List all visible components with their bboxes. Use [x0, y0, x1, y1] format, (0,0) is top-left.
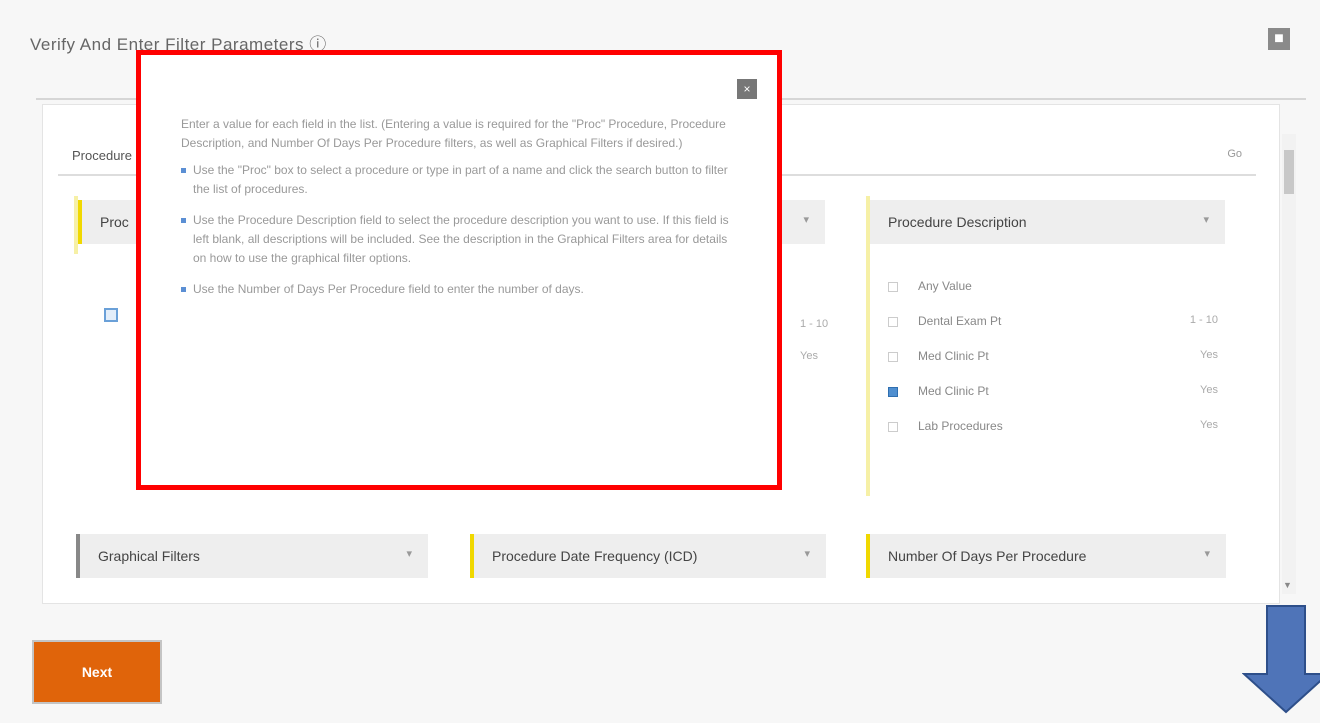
list-item-count: 1 - 10 [1189, 314, 1218, 326]
list-item-label: Med Clinic Pt [918, 349, 989, 363]
list-item-count: Yes [1200, 419, 1218, 431]
checkbox[interactable] [888, 352, 898, 362]
close-icon[interactable]: ■ [1268, 28, 1290, 50]
search-button[interactable]: Go [1227, 148, 1242, 160]
list-item[interactable]: Any Value [888, 276, 1218, 298]
checkbox[interactable] [888, 387, 898, 397]
help-text: Enter a value for each field in the list… [181, 115, 741, 311]
list-item-count: Yes [1200, 384, 1218, 396]
list-item[interactable]: Lab Procedures Yes [888, 416, 1218, 438]
calendar-icon[interactable] [104, 308, 118, 322]
card-label: Procedure Description [888, 214, 1027, 230]
card-graphical-filters[interactable]: Graphical Filters ▾ [76, 534, 428, 578]
card-label: Proc [100, 214, 129, 230]
help-bullet: Use the "Proc" box to select a procedure… [181, 161, 741, 199]
help-intro: Enter a value for each field in the list… [181, 117, 726, 150]
next-button[interactable]: Next [32, 640, 162, 704]
card-label: Graphical Filters [98, 548, 200, 564]
chevron-down-icon[interactable]: ▾ [804, 547, 810, 560]
card-procedure-description[interactable]: Procedure Description ▾ [870, 200, 1225, 244]
card-number-of-days[interactable]: Number Of Days Per Procedure ▾ [866, 534, 1226, 578]
checkbox[interactable] [888, 282, 898, 292]
chevron-down-icon[interactable]: ▾ [1203, 213, 1209, 226]
list-item[interactable]: Dental Exam Pt 1 - 10 [888, 311, 1218, 333]
scroll-down-icon[interactable]: ▼ [1283, 580, 1292, 590]
snippet: 1 - 10 [800, 318, 829, 330]
scrollbar[interactable] [1282, 134, 1296, 594]
procedure-search-label: Procedure [72, 148, 132, 163]
help-popup: × Enter a value for each field in the li… [136, 50, 782, 490]
help-bullets: Use the "Proc" box to select a procedure… [181, 161, 741, 299]
help-bullet: Use the Number of Days Per Procedure fie… [181, 280, 741, 299]
snippet: Yes [800, 350, 818, 362]
list-item-count: Yes [1200, 349, 1218, 361]
chevron-down-icon[interactable]: ▾ [803, 213, 809, 226]
checkbox[interactable] [888, 422, 898, 432]
list-item-label: Any Value [918, 279, 972, 293]
filter-dialog: Verify And Enter Filter Parameters ⓘ ■ P… [0, 0, 1320, 723]
card-label: Number Of Days Per Procedure [888, 548, 1087, 564]
down-arrow-icon [1242, 605, 1320, 714]
checkbox[interactable] [888, 317, 898, 327]
chevron-down-icon[interactable]: ▾ [1204, 547, 1210, 560]
card-label: Procedure Date Frequency (ICD) [492, 548, 698, 564]
list-item-label: Dental Exam Pt [918, 314, 1002, 328]
chevron-down-icon[interactable]: ▾ [406, 547, 412, 560]
list-item-label: Lab Procedures [918, 419, 1003, 433]
close-icon[interactable]: × [737, 79, 757, 99]
help-bullet: Use the Procedure Description field to s… [181, 211, 741, 268]
scrollbar-thumb[interactable] [1284, 150, 1294, 194]
list-item[interactable]: Med Clinic Pt Yes [888, 346, 1218, 368]
list-item[interactable]: Med Clinic Pt Yes [888, 381, 1218, 403]
card-procedure-date-frequency[interactable]: Procedure Date Frequency (ICD) ▾ [470, 534, 826, 578]
list-item-label: Med Clinic Pt [918, 384, 989, 398]
